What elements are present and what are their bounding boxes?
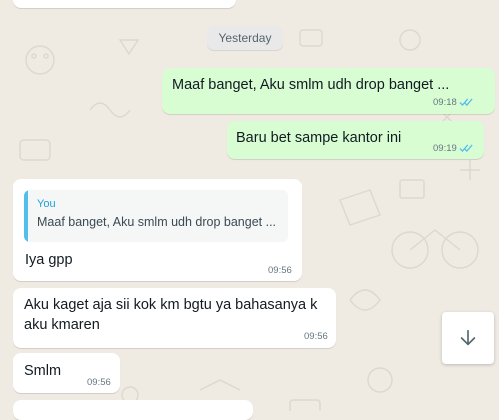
message-text: Iya gpp	[25, 252, 73, 268]
message-bubble-incoming-partial[interactable]	[13, 400, 253, 420]
message-text: Aku kaget aja sii kok km bgtu ya bahasan…	[24, 297, 318, 333]
message-bubble-outgoing[interactable]: Maaf banget, Aku smlm udh drop banget ..…	[162, 68, 495, 114]
message-time: 09:19	[433, 143, 457, 154]
read-ticks-icon	[459, 98, 473, 106]
scroll-to-bottom-button[interactable]	[442, 312, 494, 364]
message-bubble-incoming-partial[interactable]	[13, 0, 236, 8]
read-ticks-icon	[459, 144, 473, 152]
date-separator: Yesterday	[207, 26, 283, 50]
quoted-message[interactable]: You Maaf banget, Aku smlm udh drop bange…	[24, 190, 288, 242]
message-bubble-outgoing[interactable]: Baru bet sampe kantor ini 09:19	[227, 121, 484, 159]
message-bubble-incoming[interactable]: Smlm 09:56	[13, 353, 120, 393]
message-time: 09:56	[87, 377, 111, 388]
message-text: Smlm	[24, 363, 62, 379]
message-bubble-incoming[interactable]: Aku kaget aja sii kok km bgtu ya bahasan…	[13, 288, 336, 348]
message-text: Maaf banget, Aku smlm udh drop banget ..…	[172, 77, 450, 93]
message-text: Baru bet sampe kantor ini	[236, 130, 402, 146]
quote-text: Maaf banget, Aku smlm udh drop banget ..…	[37, 215, 277, 229]
message-time: 09:18	[433, 97, 457, 108]
message-time: 09:56	[304, 331, 328, 342]
quote-author: You	[37, 198, 56, 210]
arrow-down-icon	[460, 329, 476, 346]
quote-accent-bar	[24, 190, 28, 242]
message-time: 09:56	[268, 265, 292, 276]
